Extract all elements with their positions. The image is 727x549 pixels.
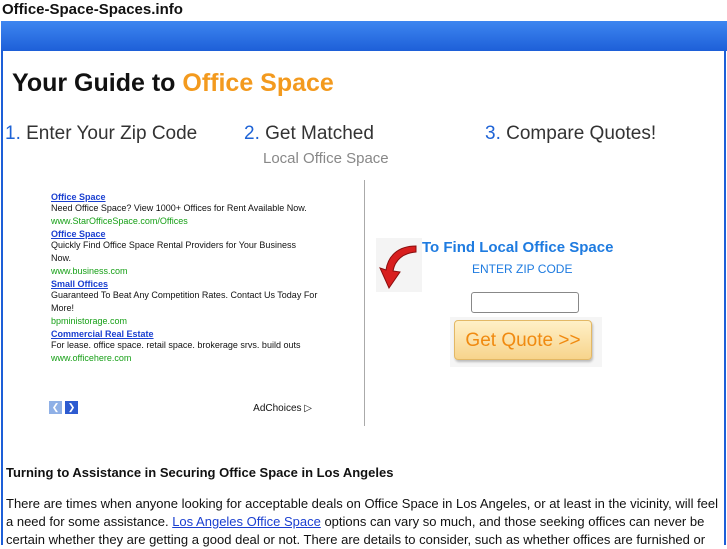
finder-title: To Find Local Office Space xyxy=(422,239,614,256)
ad-item: Small Offices Guaranteed To Beat Any Com… xyxy=(46,279,318,327)
page-headline: Your Guide to Office Space xyxy=(12,69,334,98)
get-quote-button[interactable]: Get Quote >> xyxy=(454,320,592,360)
chevron-left-icon[interactable]: ❮ xyxy=(49,401,62,414)
ad-item: Office Space Need Office Space? View 100… xyxy=(46,192,318,227)
header-bar xyxy=(1,21,727,51)
ad-url[interactable]: www.StarOfficeSpace.com/Offices xyxy=(51,215,318,227)
ad-description: Quickly Find Office Space Rental Provide… xyxy=(51,240,296,263)
ad-link[interactable]: Office Space xyxy=(51,229,318,239)
ad-link[interactable]: Small Offices xyxy=(51,279,318,289)
ad-item: Commercial Real Estate For lease. office… xyxy=(46,329,318,364)
step-3: 3. Compare Quotes! xyxy=(485,123,656,145)
ad-description: Guaranteed To Beat Any Competition Rates… xyxy=(51,290,318,313)
ad-link[interactable]: Office Space xyxy=(51,192,318,202)
article-link[interactable]: Los Angeles Office Space xyxy=(172,514,321,529)
headline-accent: Office Space xyxy=(182,69,334,97)
ad-link[interactable]: Commercial Real Estate xyxy=(51,329,318,339)
step-2: 2. Get Matched xyxy=(244,123,374,145)
step-1-number: 1. xyxy=(5,123,21,144)
zip-code-input[interactable] xyxy=(471,292,579,313)
ad-url[interactable]: www.officehere.com xyxy=(51,352,318,364)
step-3-label: Compare Quotes! xyxy=(500,123,657,144)
step-1: 1. Enter Your Zip Code xyxy=(5,123,197,145)
headline-prefix: Your Guide to xyxy=(12,69,183,97)
zip-label: ENTER ZIP CODE xyxy=(472,262,573,276)
step-2-label: Get Matched xyxy=(259,123,374,144)
article-title: Turning to Assistance in Securing Office… xyxy=(6,465,394,480)
quote-button-wrapper: Get Quote >> xyxy=(450,317,602,367)
ad-box: Office Space Need Office Space? View 100… xyxy=(46,190,318,416)
column-divider xyxy=(364,180,365,426)
step-2-subtitle: Local Office Space xyxy=(263,150,389,167)
ad-url[interactable]: www.business.com xyxy=(51,265,318,277)
ad-description: For lease. office space. retail space. b… xyxy=(51,340,301,350)
adchoices-link[interactable]: AdChoices ▷ xyxy=(253,403,312,414)
ad-url[interactable]: bpministorage.com xyxy=(51,315,318,327)
step-2-number: 2. xyxy=(244,123,260,144)
site-title: Office-Space-Spaces.info xyxy=(2,1,183,18)
step-1-label: Enter Your Zip Code xyxy=(20,123,198,144)
red-arrow-icon xyxy=(376,238,422,292)
ad-navigation: ❮ ❯ xyxy=(49,401,78,414)
step-3-number: 3. xyxy=(485,123,501,144)
article-body: There are times when anyone looking for … xyxy=(6,495,722,549)
ad-item: Office Space Quickly Find Office Space R… xyxy=(46,229,318,277)
chevron-right-icon[interactable]: ❯ xyxy=(65,401,78,414)
ad-description: Need Office Space? View 1000+ Offices fo… xyxy=(51,203,307,213)
